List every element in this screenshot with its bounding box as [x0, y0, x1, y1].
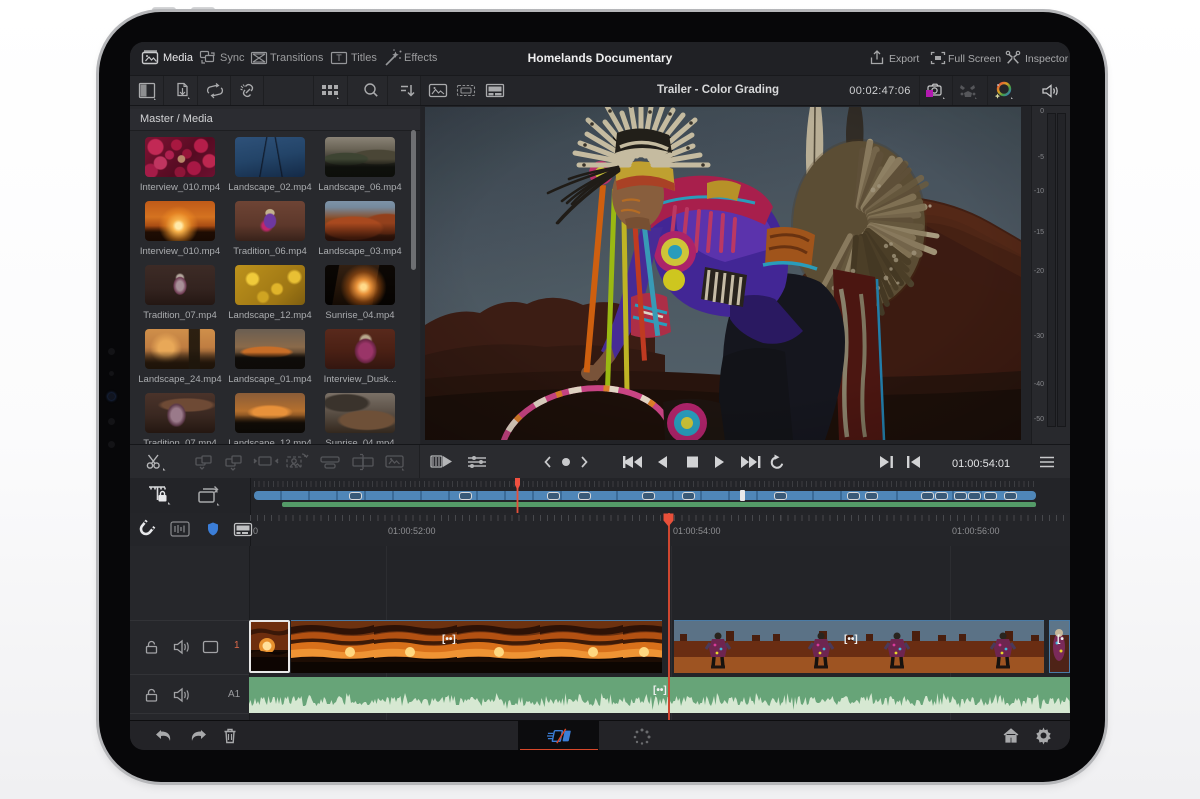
svg-text:T: T — [336, 53, 342, 63]
